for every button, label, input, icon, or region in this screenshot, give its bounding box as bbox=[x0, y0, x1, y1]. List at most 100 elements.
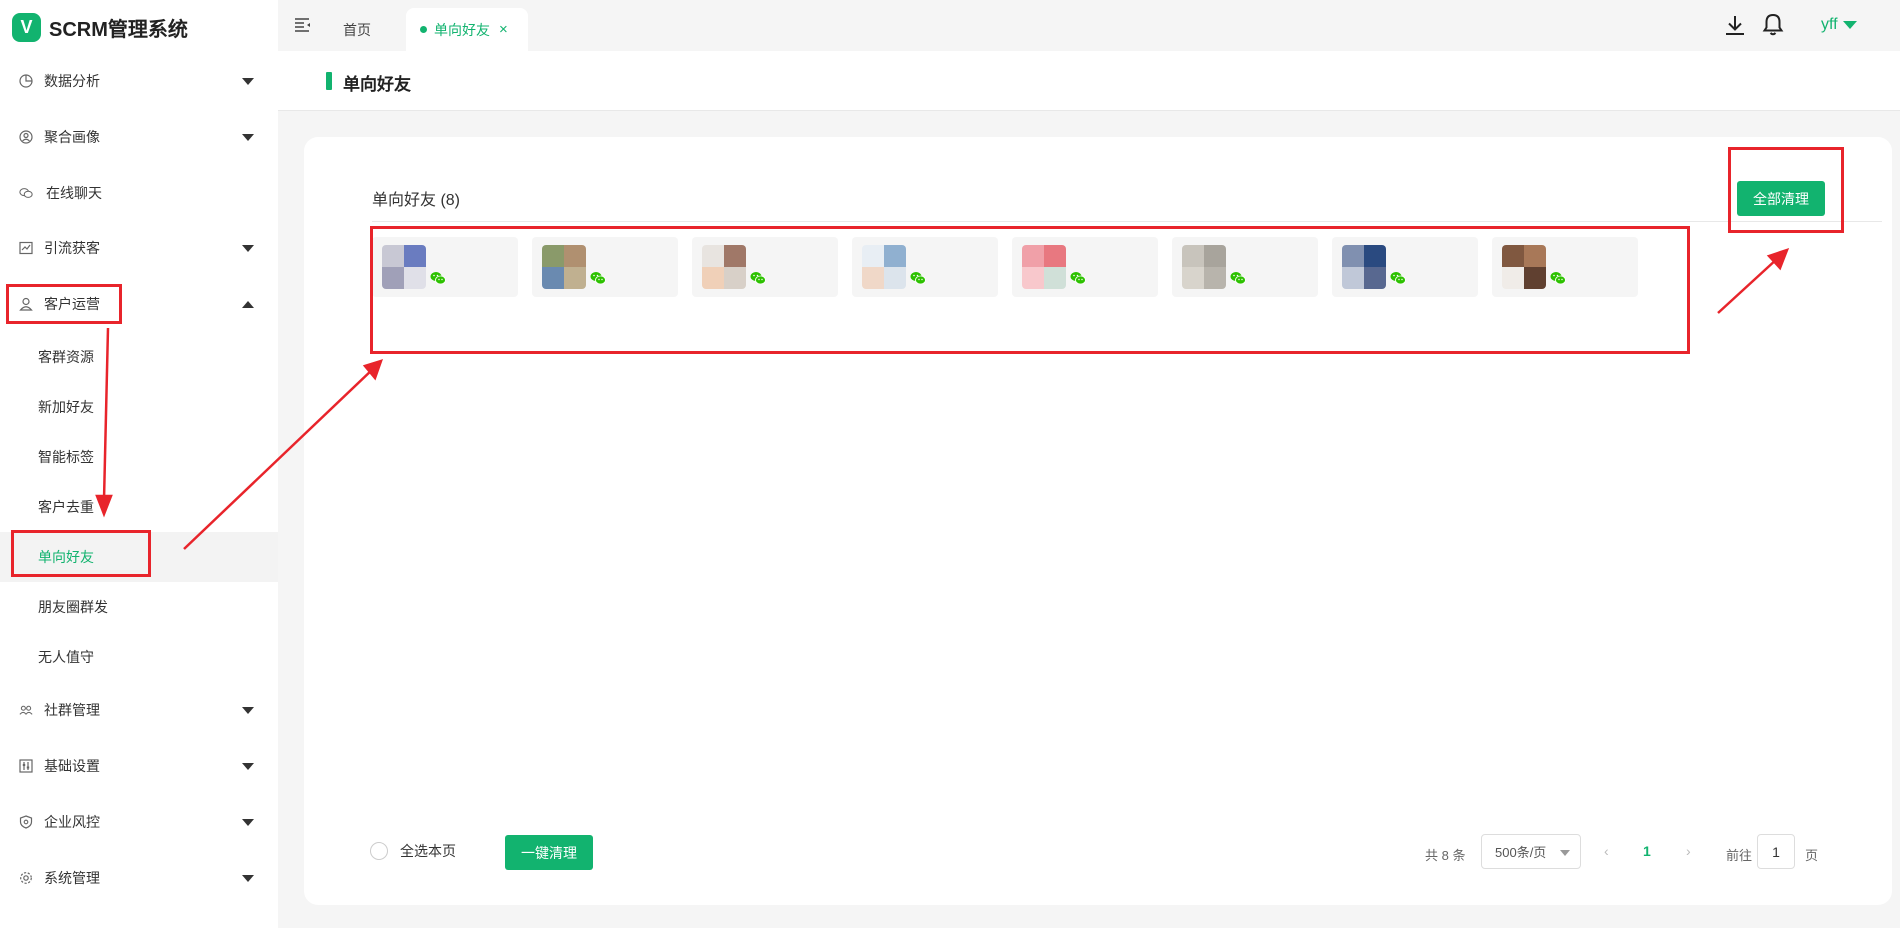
select-all-label: 全选本页 bbox=[400, 843, 456, 859]
chevron-down-icon bbox=[242, 133, 254, 141]
sidebar-subitem-label: 单向好友 bbox=[38, 549, 94, 565]
tab-one-way-friends[interactable]: 单向好友 × bbox=[406, 8, 528, 51]
friend-card[interactable] bbox=[1012, 237, 1158, 297]
sidebar-subitem-one-way-friends[interactable]: 单向好友 bbox=[0, 532, 278, 582]
sidebar-item-basic-settings[interactable]: 基础设置 bbox=[0, 738, 278, 794]
friend-card[interactable] bbox=[532, 237, 678, 297]
divider bbox=[372, 221, 1882, 222]
bell-icon[interactable] bbox=[1761, 12, 1785, 36]
sidebar-subitem-label: 新加好友 bbox=[38, 399, 94, 415]
wechat-icon bbox=[910, 271, 926, 285]
select-all-radio[interactable] bbox=[370, 842, 388, 860]
sliders-icon bbox=[19, 759, 33, 773]
one-key-clear-button[interactable]: 一键清理 bbox=[505, 835, 593, 870]
avatar bbox=[862, 245, 906, 289]
sidebar: V SCRM管理系统 数据分析 聚合画像 在线聊天 引流获客 客户运营 客群资源… bbox=[0, 0, 278, 928]
sidebar-item-community-management[interactable]: 社群管理 bbox=[0, 682, 278, 738]
sidebar-item-system-management[interactable]: 系统管理 bbox=[0, 850, 278, 906]
page-number-current[interactable]: 1 bbox=[1643, 843, 1651, 859]
wechat-icon bbox=[590, 271, 606, 285]
sidebar-item-aggregate-profile[interactable]: 聚合画像 bbox=[0, 109, 278, 165]
clear-all-button[interactable]: 全部清理 bbox=[1737, 181, 1825, 216]
sidebar-subitem-moments-broadcast[interactable]: 朋友圈群发 bbox=[0, 582, 278, 632]
avatar bbox=[1502, 245, 1546, 289]
one-way-friends-card: 单向好友 (8) 全部清理 全选本页 一键清理 共 8 条 500条/页 ‹ 1… bbox=[304, 137, 1892, 905]
sidebar-subitem-smart-tags[interactable]: 智能标签 bbox=[0, 432, 278, 482]
chevron-down-icon bbox=[242, 706, 254, 714]
sidebar-subitem-customer-dedup[interactable]: 客户去重 bbox=[0, 482, 278, 532]
close-icon[interactable]: × bbox=[499, 21, 508, 38]
sidebar-item-label: 企业风控 bbox=[44, 814, 100, 830]
wechat-icon bbox=[1550, 271, 1566, 285]
next-page-button[interactable]: › bbox=[1686, 843, 1691, 859]
friend-card[interactable] bbox=[852, 237, 998, 297]
pagination-total: 共 8 条 bbox=[1425, 848, 1466, 863]
sidebar-item-online-chat[interactable]: 在线聊天 bbox=[0, 165, 278, 221]
sidebar-subitem-label: 客群资源 bbox=[38, 349, 94, 365]
user-menu[interactable]: yff bbox=[1821, 16, 1857, 34]
friend-card[interactable] bbox=[692, 237, 838, 297]
menu-toggle-icon[interactable] bbox=[294, 16, 312, 34]
tab-home[interactable]: 首页 bbox=[343, 8, 371, 51]
logo-mark-icon: V bbox=[12, 12, 41, 42]
friend-card[interactable] bbox=[372, 237, 518, 297]
friends-count-heading: 单向好友 (8) bbox=[372, 192, 461, 209]
group-icon bbox=[19, 703, 33, 717]
wechat-icon bbox=[1390, 271, 1406, 285]
trend-chart-icon bbox=[19, 241, 33, 255]
sidebar-subitem-customer-group-resources[interactable]: 客群资源 bbox=[0, 332, 278, 382]
wechat-icon bbox=[750, 271, 766, 285]
chevron-down-icon bbox=[1560, 850, 1570, 856]
chevron-down-icon bbox=[242, 818, 254, 826]
avatar bbox=[702, 245, 746, 289]
sidebar-item-label: 系统管理 bbox=[44, 870, 100, 886]
avatar bbox=[542, 245, 586, 289]
goto-suffix: 页 bbox=[1805, 848, 1819, 863]
wechat-icon bbox=[430, 271, 446, 285]
page-size-select[interactable]: 500条/页 bbox=[1481, 834, 1581, 869]
wechat-icon bbox=[1230, 271, 1246, 285]
app-logo[interactable]: V SCRM管理系统 bbox=[12, 12, 188, 42]
avatar bbox=[1182, 245, 1226, 289]
tab-label: 单向好友 bbox=[434, 21, 490, 38]
sidebar-item-label: 社群管理 bbox=[44, 702, 100, 718]
sidebar-subitem-label: 智能标签 bbox=[38, 449, 94, 465]
friend-card[interactable] bbox=[1172, 237, 1318, 297]
page-header: 单向好友 bbox=[278, 51, 1900, 111]
sidebar-item-traffic-acquisition[interactable]: 引流获客 bbox=[0, 220, 278, 276]
top-bar: 首页 单向好友 × yff bbox=[278, 0, 1900, 51]
friend-card[interactable] bbox=[1492, 237, 1638, 297]
sidebar-subitem-label: 朋友圈群发 bbox=[38, 599, 108, 615]
friend-card[interactable] bbox=[1332, 237, 1478, 297]
tab-label: 首页 bbox=[343, 21, 371, 38]
chevron-down-icon bbox=[242, 77, 254, 85]
pie-chart-icon bbox=[19, 74, 33, 88]
sidebar-item-customer-operations[interactable]: 客户运营 bbox=[0, 276, 278, 332]
sidebar-item-label: 聚合画像 bbox=[44, 129, 100, 145]
sidebar-item-label: 基础设置 bbox=[44, 758, 100, 774]
shield-icon bbox=[19, 815, 33, 829]
sidebar-subitem-unattended[interactable]: 无人值守 bbox=[0, 632, 278, 682]
chevron-down-icon bbox=[242, 874, 254, 882]
sidebar-subitem-label: 无人值守 bbox=[38, 649, 94, 665]
sidebar-item-enterprise-risk-control[interactable]: 企业风控 bbox=[0, 794, 278, 850]
sidebar-subitem-label: 客户去重 bbox=[38, 499, 94, 515]
prev-page-button[interactable]: ‹ bbox=[1604, 843, 1609, 859]
select-all-page[interactable]: 全选本页 bbox=[370, 841, 456, 861]
chevron-down-icon bbox=[242, 244, 254, 252]
page-title: 单向好友 bbox=[343, 75, 411, 94]
user-circle-icon bbox=[19, 130, 33, 144]
goto-page-input[interactable] bbox=[1757, 834, 1795, 869]
sidebar-item-data-analysis[interactable]: 数据分析 bbox=[0, 53, 278, 109]
avatar bbox=[1022, 245, 1066, 289]
gear-icon bbox=[19, 871, 33, 885]
sidebar-item-label: 引流获客 bbox=[44, 240, 100, 256]
chevron-up-icon bbox=[242, 300, 254, 308]
title-accent-bar bbox=[326, 72, 332, 90]
sidebar-item-label: 客户运营 bbox=[44, 296, 100, 312]
page-size-value: 500条/页 bbox=[1495, 845, 1547, 860]
sidebar-item-label: 数据分析 bbox=[44, 73, 100, 89]
avatar bbox=[382, 245, 426, 289]
sidebar-subitem-new-friends[interactable]: 新加好友 bbox=[0, 382, 278, 432]
download-icon[interactable] bbox=[1724, 14, 1746, 36]
